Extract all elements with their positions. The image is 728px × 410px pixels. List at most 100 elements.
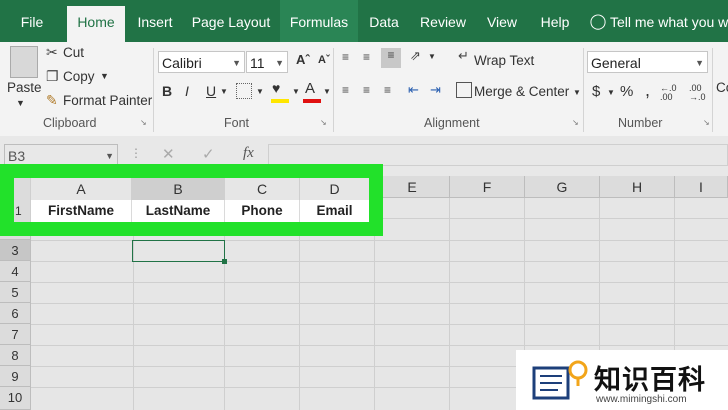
row-header-9[interactable]: 9 — [0, 366, 31, 387]
orientation-icon[interactable]: ⇗ — [410, 48, 421, 64]
cell-b1[interactable]: LastName — [132, 200, 225, 222]
column-header-a[interactable]: A — [31, 178, 132, 200]
merge-center-button[interactable]: Merge & Center — [474, 84, 569, 99]
font-color-dropdown-icon[interactable]: ▼ — [323, 87, 331, 96]
clipboard-launcher-icon[interactable]: ↘ — [140, 118, 147, 127]
percent-button[interactable]: % — [620, 83, 633, 100]
column-header-f[interactable]: F — [450, 176, 525, 198]
align-center-icon[interactable]: ≡ — [363, 83, 370, 97]
paste-icon — [10, 46, 38, 78]
wrap-text-button[interactable]: Wrap Text — [474, 53, 534, 68]
cell-c1[interactable]: Phone — [225, 200, 300, 222]
tab-insert[interactable]: Insert — [130, 0, 180, 42]
underline-dropdown-icon[interactable]: ▼ — [220, 87, 228, 96]
increase-indent-icon[interactable]: ⇥ — [430, 82, 441, 98]
wrap-text-icon: ↵ — [458, 48, 469, 63]
underline-button[interactable]: U — [206, 83, 216, 99]
format-painter-button[interactable]: Format Painter — [63, 93, 152, 108]
decrease-font-icon[interactable]: Aˇ — [318, 54, 330, 66]
bold-button[interactable]: B — [162, 83, 172, 99]
cell-a1[interactable]: FirstName — [31, 200, 132, 222]
column-header-e[interactable]: E — [375, 176, 450, 198]
font-size-select[interactable]: 11 ▼ — [246, 51, 288, 73]
copy-dropdown-icon[interactable]: ▼ — [100, 71, 109, 81]
row-header-5[interactable]: 5 — [0, 282, 31, 303]
watermark-url: www.mimingshi.com — [596, 394, 687, 405]
comma-style-button[interactable]: , — [645, 80, 650, 101]
number-launcher-icon[interactable]: ↘ — [703, 118, 710, 127]
align-left-icon[interactable]: ≡ — [342, 83, 349, 97]
lightbulb-icon: ◯ — [589, 13, 607, 30]
font-name-select[interactable]: Calibri ▼ — [158, 51, 245, 73]
align-right-icon[interactable]: ≡ — [384, 83, 391, 97]
orientation-dropdown-icon[interactable]: ▼ — [428, 52, 436, 61]
decrease-indent-icon[interactable]: ⇤ — [408, 82, 419, 98]
tab-file[interactable]: File — [8, 0, 56, 42]
clipboard-group-label: Clipboard — [43, 116, 97, 130]
tell-me-search[interactable]: Tell me what you w — [610, 0, 728, 42]
active-cell-b3[interactable] — [132, 240, 225, 262]
row-header-10[interactable]: 10 — [0, 387, 31, 410]
row-header-7[interactable]: 7 — [0, 324, 31, 345]
conditional-formatting-button[interactable]: Co — [716, 80, 728, 95]
enter-icon[interactable]: ✓ — [202, 145, 215, 163]
font-group-label: Font — [224, 116, 250, 130]
separator — [712, 48, 713, 132]
alignment-group-label: Alignment — [424, 116, 480, 130]
fill-color-icon[interactable]: ♥ — [272, 80, 280, 96]
column-header-b[interactable]: B — [132, 178, 225, 200]
tab-page-layout[interactable]: Page Layout — [188, 0, 274, 42]
tab-help[interactable]: Help — [533, 0, 577, 42]
italic-button[interactable]: I — [185, 83, 189, 99]
align-middle-icon[interactable]: ≡ — [363, 50, 370, 64]
chevron-down-icon: ▼ — [275, 58, 284, 68]
tab-formulas[interactable]: Formulas — [280, 0, 358, 42]
formula-input[interactable] — [268, 144, 728, 166]
increase-font-icon[interactable]: Aˆ — [296, 52, 310, 67]
column-header-h[interactable]: H — [600, 176, 675, 198]
decrease-decimal-icon[interactable]: .00 →.0 — [689, 84, 706, 102]
tab-data[interactable]: Data — [362, 0, 406, 42]
merge-dropdown-icon[interactable]: ▼ — [573, 88, 581, 97]
font-launcher-icon[interactable]: ↘ — [320, 118, 327, 127]
fill-dropdown-icon[interactable]: ▼ — [292, 87, 300, 96]
tab-review[interactable]: Review — [415, 0, 471, 42]
number-format-select[interactable]: General ▼ — [587, 51, 708, 73]
insert-function-button[interactable]: fx — [243, 145, 254, 162]
cancel-icon[interactable]: ✕ — [162, 145, 175, 163]
currency-dropdown-icon[interactable]: ▼ — [607, 88, 615, 97]
row-header-1[interactable]: 1 — [14, 200, 31, 222]
copy-button[interactable]: Copy — [63, 69, 95, 84]
fill-handle[interactable] — [222, 259, 227, 264]
row-header-6[interactable]: 6 — [0, 303, 31, 324]
cut-button[interactable]: Cut — [63, 45, 84, 60]
number-group-label: Number — [618, 116, 663, 130]
cell-d1[interactable]: Email — [300, 200, 369, 222]
font-color-icon[interactable]: A — [305, 80, 315, 97]
borders-icon[interactable] — [236, 83, 252, 99]
paste-dropdown-icon[interactable]: ▼ — [16, 98, 25, 108]
name-box[interactable]: B3 ▼ — [4, 144, 118, 166]
increase-decimal-icon[interactable]: ←.0.00 — [660, 84, 677, 102]
separator — [333, 48, 334, 132]
select-all-corner[interactable] — [14, 178, 31, 200]
tab-home[interactable]: Home — [67, 6, 125, 42]
row-header-8[interactable]: 8 — [0, 345, 31, 366]
chevron-down-icon: ▼ — [232, 58, 241, 68]
align-bottom-icon[interactable]: ≡ — [381, 48, 401, 68]
paste-button[interactable]: Paste — [7, 80, 42, 95]
tab-view[interactable]: View — [480, 0, 524, 42]
row-header-3[interactable]: 3 — [0, 240, 31, 261]
row-header-4[interactable]: 4 — [0, 261, 31, 282]
borders-dropdown-icon[interactable]: ▼ — [256, 87, 264, 96]
alignment-launcher-icon[interactable]: ↘ — [572, 118, 579, 127]
watermark-title: 知识百科 — [594, 365, 706, 395]
ribbon-tab-bar: File Home Insert Page Layout Formulas Da… — [0, 0, 728, 42]
currency-button[interactable]: $ — [592, 83, 600, 100]
column-header-c[interactable]: C — [225, 178, 300, 200]
align-top-icon[interactable]: ≡ — [342, 50, 349, 64]
column-header-g[interactable]: G — [525, 176, 600, 198]
column-header-i[interactable]: I — [675, 176, 728, 198]
highlight-content: A B C D 1 FirstName LastName Phone Email — [14, 178, 369, 222]
column-header-d[interactable]: D — [300, 178, 369, 200]
